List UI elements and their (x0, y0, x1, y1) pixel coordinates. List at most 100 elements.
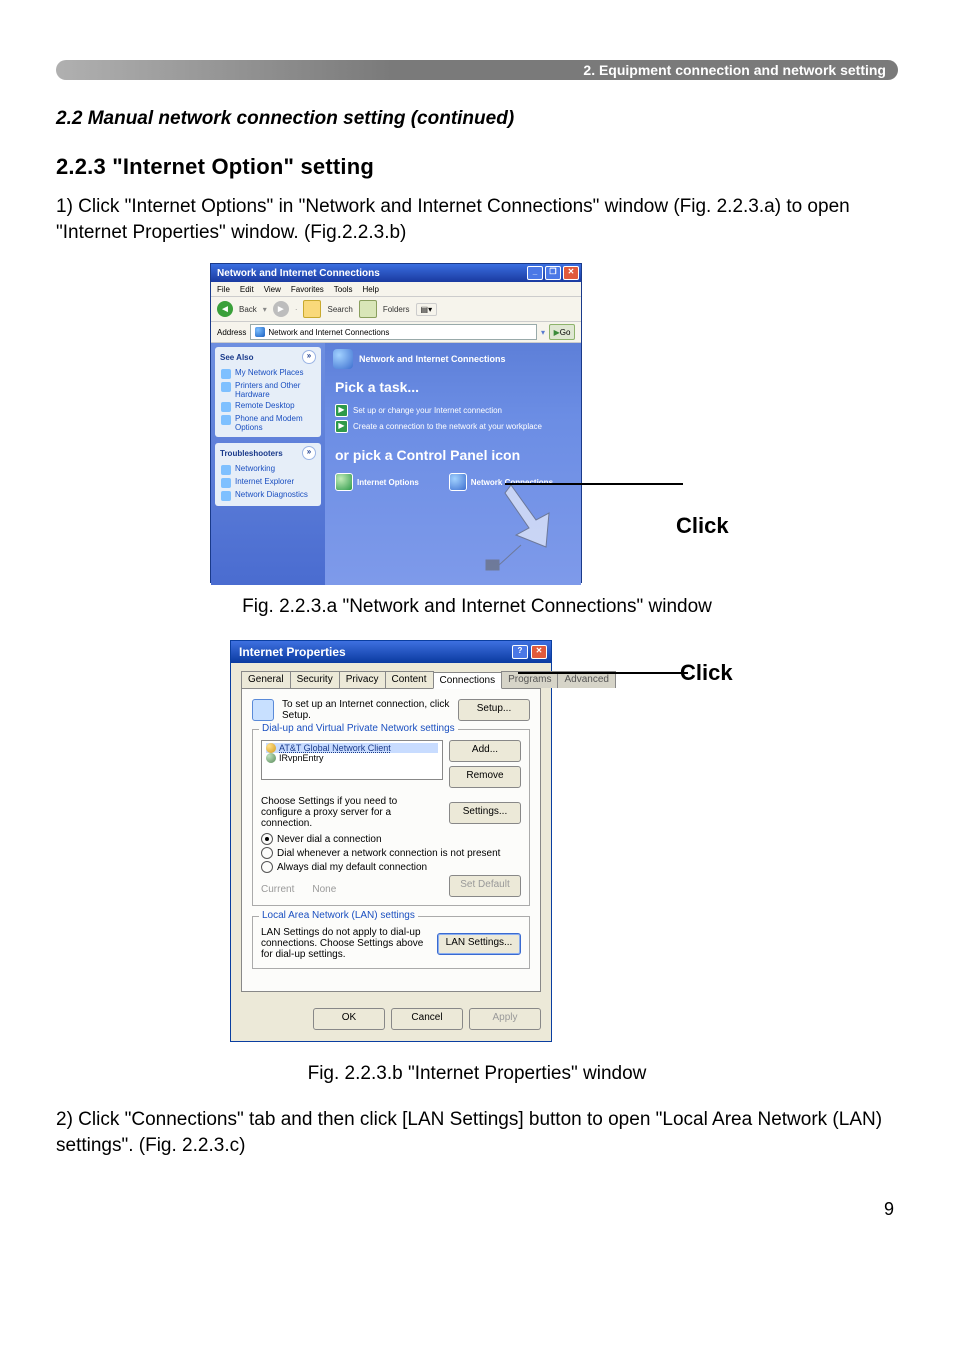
folders-label[interactable]: Folders (383, 305, 410, 314)
back-icon[interactable]: ◄ (217, 301, 233, 317)
menu-edit[interactable]: Edit (240, 285, 254, 294)
choose-settings-text: Choose Settings if you need to configure… (261, 796, 441, 829)
radio-icon (261, 847, 273, 859)
lan-legend: Local Area Network (LAN) settings (259, 910, 418, 921)
menu-file[interactable]: File (217, 285, 230, 294)
link-phonemodem[interactable]: Phone and Modem Options (215, 413, 321, 433)
link-diag[interactable]: Network Diagnostics (215, 489, 321, 502)
category-icon (333, 349, 353, 369)
address-bar: Address Network and Internet Connections… (211, 322, 581, 343)
menu-tools[interactable]: Tools (334, 285, 353, 294)
link-remotedesktop[interactable]: Remote Desktop (215, 400, 321, 413)
settings-button[interactable]: Settings... (449, 802, 521, 824)
troubleshooters-head: Troubleshooters (220, 449, 283, 458)
radio-icon (261, 861, 273, 873)
printer-icon (221, 382, 231, 392)
pick-a-task-heading: Pick a task... (325, 379, 581, 401)
tab-strip: General Security Privacy Content Connect… (241, 671, 541, 689)
radio-never-dial[interactable]: Never dial a connection (261, 833, 521, 845)
remote-icon (221, 402, 231, 412)
troubleshooters-box: Troubleshooters » Networking Internet Ex… (215, 443, 321, 506)
radio-dial-whenever[interactable]: Dial whenever a network connection is no… (261, 847, 521, 859)
add-button[interactable]: Add... (449, 740, 521, 762)
setup-button[interactable]: Setup... (458, 699, 530, 721)
chapter-header-bar: 2. Equipment connection and network sett… (56, 60, 898, 80)
address-dropdown-icon[interactable]: ▾ (541, 328, 545, 337)
address-value: Network and Internet Connections (268, 328, 389, 337)
menu-bar: File Edit View Favorites Tools Help (211, 282, 581, 297)
tab-connections[interactable]: Connections (433, 672, 503, 689)
dialup-list[interactable]: AT&T Global Network Client IRvpnEntry (261, 740, 443, 780)
dialog-titlebar: Internet Properties ? ✕ (231, 641, 551, 663)
tab-security[interactable]: Security (290, 671, 340, 688)
cancel-button[interactable]: Cancel (391, 1008, 463, 1030)
set-default-button[interactable]: Set Default (449, 875, 521, 897)
tab-general[interactable]: General (241, 671, 291, 688)
controlpanel-icon (255, 327, 265, 337)
caption-a: Fig. 2.2.3.a "Network and Internet Conne… (56, 596, 898, 618)
category-title: Network and Internet Connections (359, 354, 506, 364)
figure-a: Network and Internet Connections _ ❐ ✕ F… (210, 263, 744, 583)
address-field[interactable]: Network and Internet Connections (250, 324, 537, 340)
minimize-button[interactable]: _ (527, 266, 543, 280)
folders-icon[interactable] (359, 300, 377, 318)
close-button[interactable]: ✕ (531, 645, 547, 659)
page-number: 9 (56, 1199, 898, 1220)
lan-groupbox: Local Area Network (LAN) settings LAN Se… (252, 916, 530, 969)
tab-privacy[interactable]: Privacy (339, 671, 386, 688)
internet-properties-dialog: Internet Properties ? ✕ General Security… (230, 640, 552, 1042)
section-title: 2.2 Manual network connection setting (c… (56, 108, 898, 130)
task-workplace-connection[interactable]: ▶Create a connection to the network at y… (335, 420, 571, 433)
setup-icon (252, 699, 274, 721)
collapse-icon[interactable]: » (302, 350, 316, 364)
see-also-box: See Also » My Network Places Printers an… (215, 347, 321, 437)
link-ie[interactable]: Internet Explorer (215, 476, 321, 489)
radio-icon (261, 833, 273, 845)
search-label[interactable]: Search (327, 305, 352, 314)
task-setup-connection[interactable]: ▶Set up or change your Internet connecti… (335, 404, 571, 417)
dialup-groupbox: Dial-up and Virtual Private Network sett… (252, 729, 530, 906)
menu-favorites[interactable]: Favorites (291, 285, 324, 294)
dialog-footer: OK Cancel Apply (231, 1000, 551, 1030)
maximize-button[interactable]: ❐ (545, 266, 561, 280)
lan-settings-button[interactable]: LAN Settings... (437, 933, 521, 955)
cp-network-connections[interactable]: Network Connections (449, 473, 553, 491)
views-icon[interactable]: ▤▾ (416, 303, 438, 316)
forward-icon[interactable]: ► (273, 301, 289, 317)
help-icon (221, 465, 231, 475)
content-panel: Network and Internet Connections Pick a … (325, 343, 581, 585)
radio-always-dial[interactable]: Always dial my default connection (261, 861, 521, 873)
close-button[interactable]: ✕ (563, 266, 579, 280)
link-printers[interactable]: Printers and Other Hardware (215, 380, 321, 400)
arrow-icon: ▶ (335, 404, 348, 417)
up-icon[interactable] (303, 300, 321, 318)
menu-view[interactable]: View (264, 285, 281, 294)
help-button[interactable]: ? (512, 645, 528, 659)
tab-content[interactable]: Content (385, 671, 434, 688)
or-pick-heading: or pick a Control Panel icon (325, 447, 581, 469)
apply-button[interactable]: Apply (469, 1008, 541, 1030)
globe-icon (221, 369, 231, 379)
link-networking[interactable]: Networking (215, 463, 321, 476)
phone-icon (221, 415, 231, 425)
xp-window: Network and Internet Connections _ ❐ ✕ F… (210, 263, 582, 583)
menu-help[interactable]: Help (362, 285, 378, 294)
remove-button[interactable]: Remove (449, 766, 521, 788)
callout-line-2 (518, 672, 688, 674)
help-icon (221, 478, 231, 488)
dialog-title: Internet Properties (239, 645, 346, 659)
figure-b: Internet Properties ? ✕ General Security… (210, 640, 744, 1050)
paragraph-1: 1) Click "Internet Options" in "Network … (56, 194, 898, 245)
network-connections-icon (449, 473, 467, 491)
paragraph-2: 2) Click "Connections" tab and then clic… (56, 1107, 898, 1158)
link-mynetworkplaces[interactable]: My Network Places (215, 367, 321, 380)
back-label[interactable]: Back (239, 305, 257, 314)
subsection-title: 2.2.3 "Internet Option" setting (56, 154, 898, 180)
caption-b: Fig. 2.2.3.b "Internet Properties" windo… (56, 1063, 898, 1085)
window-title: Network and Internet Connections (217, 268, 380, 279)
arrow-icon: ▶ (335, 420, 348, 433)
ok-button[interactable]: OK (313, 1008, 385, 1030)
collapse-icon-2[interactable]: » (302, 446, 316, 460)
go-button[interactable]: ▶Go (549, 324, 575, 340)
cp-internet-options[interactable]: Internet Options (335, 473, 419, 491)
